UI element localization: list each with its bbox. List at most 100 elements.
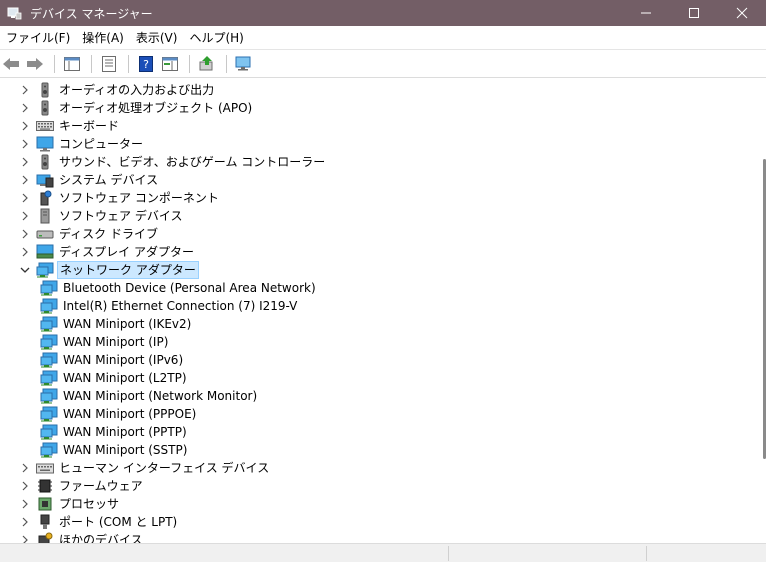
forward-arrow-icon (27, 57, 43, 70)
device-label: ソフトウェア コンポーネント (59, 191, 219, 205)
chevron-right-icon[interactable] (18, 225, 32, 243)
chevron-right-icon[interactable] (18, 513, 32, 531)
device-label: ディスプレイ アダプター (59, 245, 194, 259)
network-adapter-icon (40, 352, 58, 368)
computer-icon (36, 136, 54, 152)
network-adapter-icon (40, 406, 58, 422)
device-item[interactable]: WAN Miniport (IP) (40, 333, 170, 351)
close-button[interactable] (718, 0, 766, 26)
chevron-right-icon[interactable] (18, 531, 32, 543)
chevron-right-icon[interactable] (18, 207, 32, 225)
chevron-right-icon[interactable] (18, 171, 32, 189)
chevron-down-icon[interactable] (18, 261, 32, 279)
chevron-right-icon[interactable] (18, 477, 32, 495)
keyboard-icon (36, 118, 54, 134)
chevron-right-icon[interactable] (18, 243, 32, 261)
network-adapter-icon (40, 388, 58, 404)
device-category[interactable]: オーディオ処理オブジェクト (APO) (18, 99, 254, 117)
update-driver-icon (199, 55, 213, 70)
device-tree: オーディオの入力および出力オーディオ処理オブジェクト (APO) キーボード コンピ… (0, 79, 762, 543)
device-category[interactable]: システム デバイス (18, 171, 160, 189)
forward-button[interactable] (24, 53, 46, 75)
device-item[interactable]: WAN Miniport (SSTP) (40, 441, 189, 459)
toolbar-separator (226, 54, 227, 73)
chevron-right-icon[interactable] (18, 153, 32, 171)
chevron-right-icon[interactable] (18, 495, 32, 513)
menu-help[interactable]: ヘルプ(H) (183, 26, 249, 50)
maximize-icon (689, 8, 699, 18)
device-item[interactable]: Intel(R) Ethernet Connection (7) I219-V (40, 297, 299, 315)
toolbar-separator (189, 54, 190, 73)
device-category[interactable]: キーボード (18, 117, 121, 135)
chevron-right-icon[interactable] (18, 99, 32, 117)
device-item[interactable]: WAN Miniport (IKEv2) (40, 315, 193, 333)
help-button[interactable]: ? (135, 53, 157, 75)
status-bar (0, 543, 766, 562)
toolbar-separator (128, 54, 129, 73)
device-item[interactable]: WAN Miniport (IPv6) (40, 351, 185, 369)
chevron-right-icon[interactable] (18, 135, 32, 153)
back-button[interactable] (0, 53, 22, 75)
device-label: WAN Miniport (IKEv2) (63, 317, 192, 331)
device-label: Bluetooth Device (Personal Area Network) (63, 281, 316, 295)
device-category[interactable]: ファームウェア (18, 477, 145, 495)
minimize-button[interactable] (622, 0, 670, 26)
device-category[interactable]: ディスク ドライブ (18, 225, 160, 243)
device-label: プロセッサ (59, 497, 120, 511)
device-item[interactable]: WAN Miniport (PPPOE) (40, 405, 198, 423)
network-adapter-icon (40, 298, 58, 314)
menu-file[interactable]: ファイル(F) (0, 26, 76, 50)
vertical-scrollbar[interactable] (762, 79, 766, 543)
speaker-icon (36, 100, 54, 116)
action-pane-button[interactable] (159, 53, 181, 75)
network-adapter-icon (40, 424, 58, 440)
device-item[interactable]: WAN Miniport (L2TP) (40, 369, 189, 387)
minimize-icon (641, 12, 651, 14)
device-label: オーディオの入力および出力 (59, 83, 215, 97)
device-label: ネットワーク アダプター (57, 261, 199, 279)
device-category[interactable]: プロセッサ (18, 495, 121, 513)
chevron-right-icon[interactable] (18, 189, 32, 207)
device-label: Intel(R) Ethernet Connection (7) I219-V (63, 299, 298, 313)
console-tree-icon (64, 56, 80, 71)
device-category[interactable]: ほかのデバイス (18, 531, 145, 543)
device-category[interactable]: ソフトウェア コンポーネント (18, 189, 221, 207)
properties-button[interactable] (98, 53, 120, 75)
device-label: WAN Miniport (PPTP) (63, 425, 187, 439)
device-label: WAN Miniport (IPv6) (63, 353, 184, 367)
toolbar-separator (91, 54, 92, 73)
show-hide-tree-button[interactable] (61, 53, 83, 75)
device-item[interactable]: WAN Miniport (Network Monitor) (40, 387, 259, 405)
menu-view[interactable]: 表示(V) (130, 26, 184, 50)
system-device-icon (36, 172, 54, 188)
menu-action[interactable]: 操作(A) (76, 26, 130, 50)
scan-hardware-button[interactable] (233, 53, 255, 75)
chevron-right-icon[interactable] (18, 81, 32, 99)
device-category[interactable]: ヒューマン インターフェイス デバイス (18, 459, 271, 477)
device-category[interactable]: ディスプレイ アダプター (18, 243, 196, 261)
chevron-right-icon[interactable] (18, 459, 32, 477)
device-label: WAN Miniport (L2TP) (63, 371, 187, 385)
device-category[interactable]: サウンド、ビデオ、およびゲーム コントローラー (18, 153, 327, 171)
window-title: デバイス マネージャー (30, 6, 153, 21)
speaker-icon (36, 154, 54, 170)
help-icon: ? (139, 55, 153, 72)
device-category[interactable]: ソフトウェア デバイス (18, 207, 184, 225)
device-category[interactable]: コンピューター (18, 135, 145, 153)
firmware-icon (36, 478, 54, 494)
device-category[interactable]: ポート (COM と LPT) (18, 513, 179, 531)
maximize-button[interactable] (670, 0, 718, 26)
port-icon (36, 514, 54, 530)
update-driver-button[interactable] (196, 53, 218, 75)
network-adapter-icon (40, 280, 58, 296)
device-item[interactable]: Bluetooth Device (Personal Area Network) (40, 279, 318, 297)
device-category[interactable]: オーディオの入力および出力 (18, 81, 216, 99)
device-label: WAN Miniport (Network Monitor) (63, 389, 258, 403)
chevron-right-icon[interactable] (18, 117, 32, 135)
device-item[interactable]: WAN Miniport (PPTP) (40, 423, 189, 441)
network-adapter-icon (36, 262, 54, 278)
device-category[interactable]: ネットワーク アダプター (18, 261, 199, 279)
other-device-icon (36, 532, 54, 543)
device-label: ポート (COM と LPT) (59, 515, 178, 529)
device-label: サウンド、ビデオ、およびゲーム コントローラー (59, 155, 326, 169)
